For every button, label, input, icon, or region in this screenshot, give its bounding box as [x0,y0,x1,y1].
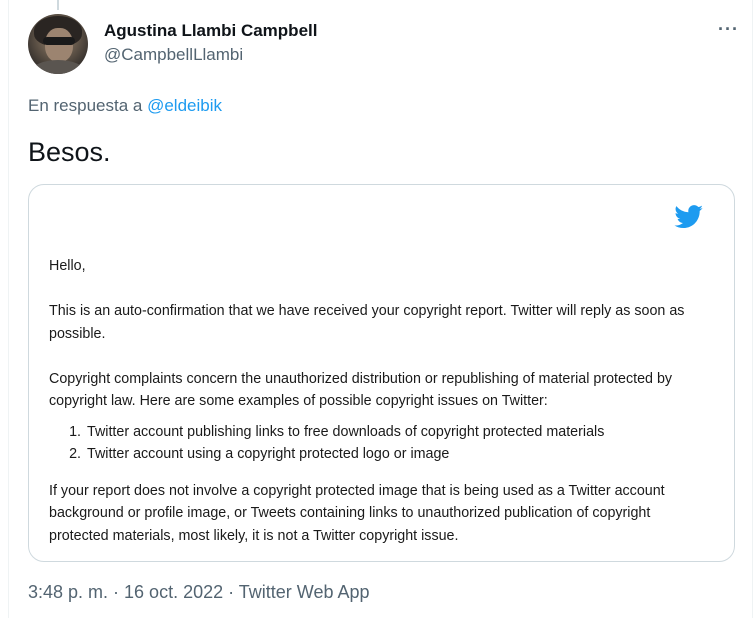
reply-prefix: En respuesta a [28,96,143,115]
email-paragraph-2: Copyright complaints concern the unautho… [49,370,673,410]
tweet-header: Agustina Llambi Campbell @CampbellLlambi… [28,14,743,76]
more-horizontal-icon[interactable]: ··· [718,20,739,38]
email-examples-list: Twitter account publishing links to free… [85,421,709,466]
reply-context: En respuesta a @eldeibik [28,96,222,116]
tweet-timestamp[interactable]: 3:48 p. m. · 16 oct. 2022 · Twitter Web … [28,582,370,603]
tweet-text: Besos. [28,137,111,167]
twitter-bird-icon [674,205,703,229]
avatar[interactable] [28,14,88,74]
author-handle[interactable]: @CampbellLlambi [104,44,317,66]
email-body: Hello, This is an auto-confirmation that… [49,255,709,561]
email-paragraph-3: If your report does not involve a copyri… [49,482,665,544]
reply-mention-link[interactable]: @eldeibik [147,96,222,115]
author-names: Agustina Llambi Campbell @CampbellLlambi [104,20,317,66]
email-greeting: Hello, [49,258,86,274]
tweet-media-image[interactable]: Hello, This is an auto-confirmation that… [28,184,735,562]
thread-connector-line [57,0,59,10]
author-display-name[interactable]: Agustina Llambi Campbell [104,20,317,42]
list-item: Twitter account using a copyright protec… [85,443,709,466]
column-border-left [8,0,9,618]
email-paragraph-1: This is an auto-confirmation that we hav… [49,303,685,342]
list-item: Twitter account publishing links to free… [85,421,709,444]
